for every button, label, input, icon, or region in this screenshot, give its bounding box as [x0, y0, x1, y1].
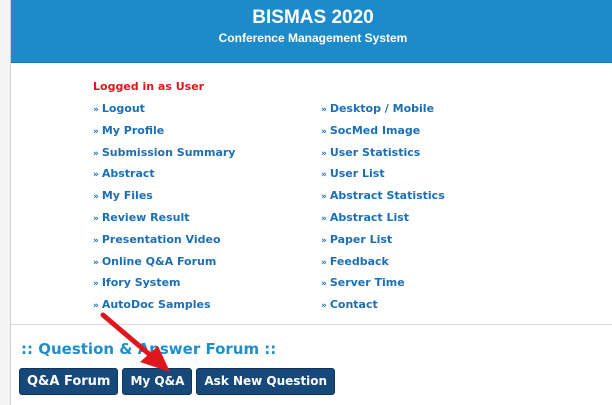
bullet-icon: » — [321, 126, 327, 137]
menu-link-user-statistics[interactable]: » User Statistics — [321, 146, 445, 168]
menu-label: My Profile — [101, 123, 165, 137]
menu-label: Presentation Video — [101, 232, 221, 246]
menu-link-ifory-system[interactable]: » Ifory System — [93, 276, 235, 298]
menu-label: Server Time — [329, 276, 405, 290]
forum-section-title: :: Question & Answer Forum :: — [21, 340, 277, 358]
ask-new-question-button[interactable]: Ask New Question — [196, 368, 336, 395]
app-subtitle: Conference Management System — [218, 31, 408, 45]
menu-label: My Files — [101, 189, 153, 203]
menu-link-desktop-mobile[interactable]: » Desktop / Mobile — [321, 102, 445, 124]
menu-label: Desktop / Mobile — [329, 102, 435, 115]
bullet-icon: » — [93, 170, 99, 181]
my-qa-button[interactable]: My Q&A — [122, 368, 193, 395]
qa-forum-button[interactable]: Q&A Forum — [19, 368, 119, 395]
bullet-icon: » — [93, 148, 99, 159]
menu-label: Abstract — [101, 167, 155, 181]
menu-link-autodoc-samples[interactable]: » AutoDoc Samples — [93, 298, 235, 320]
menu-label: Feedback — [329, 254, 389, 268]
bullet-icon: » — [93, 235, 99, 246]
forum-button-row: Q&A Forum My Q&A Ask New Question — [19, 368, 336, 395]
menu-link-abstract-list[interactable]: » Abstract List — [321, 211, 445, 233]
menu-label: Review Result — [101, 210, 190, 224]
bullet-icon: » — [93, 213, 99, 224]
bullet-icon: » — [93, 192, 99, 203]
menu-link-my-files[interactable]: » My Files — [93, 189, 235, 211]
menu-column-right: » Desktop / Mobile » SocMed Image » User St… — [321, 102, 445, 320]
app-title: BISMAS 2020 — [252, 7, 374, 28]
bullet-icon: » — [321, 279, 327, 290]
menu-link-logout[interactable]: » Logout — [93, 102, 235, 124]
menu-label: Online Q&A Forum — [101, 254, 217, 268]
menu-link-paper-list[interactable]: » Paper List — [321, 233, 445, 255]
menu-label: Contact — [329, 298, 378, 312]
menu-label: Abstract Statistics — [329, 189, 445, 203]
main-panel: BISMAS 2020 Conference Management System… — [10, 0, 612, 405]
section-divider — [11, 324, 612, 325]
bullet-icon: » — [321, 105, 327, 115]
menu-label: Ifory System — [101, 276, 181, 290]
menu-link-contact[interactable]: » Contact — [321, 298, 445, 320]
menu-label: Abstract List — [329, 210, 410, 224]
menu-link-user-list[interactable]: » User List — [321, 167, 445, 189]
menu-label: User Statistics — [329, 145, 421, 159]
menu-link-online-qa-forum[interactable]: » Online Q&A Forum — [93, 255, 235, 277]
menu-link-submission-summary[interactable]: » Submission Summary — [93, 146, 235, 168]
login-status: Logged in as User — [93, 80, 205, 93]
menu-label: AutoDoc Samples — [101, 298, 211, 312]
bullet-icon: » — [93, 279, 99, 290]
menu-link-abstract-statistics[interactable]: » Abstract Statistics — [321, 189, 445, 211]
menu-link-my-profile[interactable]: » My Profile — [93, 124, 235, 146]
menu-label: User List — [329, 167, 385, 181]
bullet-icon: » — [93, 301, 99, 312]
bullet-icon: » — [321, 235, 327, 246]
menu-label: Logout — [101, 102, 145, 115]
menu-link-server-time[interactable]: » Server Time — [321, 276, 445, 298]
menu-link-abstract[interactable]: » Abstract — [93, 167, 235, 189]
bullet-icon: » — [321, 148, 327, 159]
menu-link-presentation-video[interactable]: » Presentation Video — [93, 233, 235, 255]
bullet-icon: » — [321, 257, 327, 268]
bullet-icon: » — [93, 105, 99, 115]
bullet-icon: » — [321, 170, 327, 181]
bullet-icon: » — [321, 301, 327, 312]
bullet-icon: » — [93, 257, 99, 268]
bullet-icon: » — [93, 126, 99, 137]
bullet-icon: » — [321, 192, 327, 203]
app-header: BISMAS 2020 Conference Management System — [11, 0, 612, 63]
menu-link-feedback[interactable]: » Feedback — [321, 255, 445, 277]
menu-label: Paper List — [329, 232, 393, 246]
bullet-icon: » — [321, 213, 327, 224]
menu-link-review-result[interactable]: » Review Result — [93, 211, 235, 233]
menu-label: Submission Summary — [101, 145, 236, 159]
menu-column-left: » Logout » My Profile » Submission Summary … — [93, 102, 235, 320]
menu-label: SocMed Image — [329, 123, 421, 137]
menu-link-socmed-image[interactable]: » SocMed Image — [321, 124, 445, 146]
